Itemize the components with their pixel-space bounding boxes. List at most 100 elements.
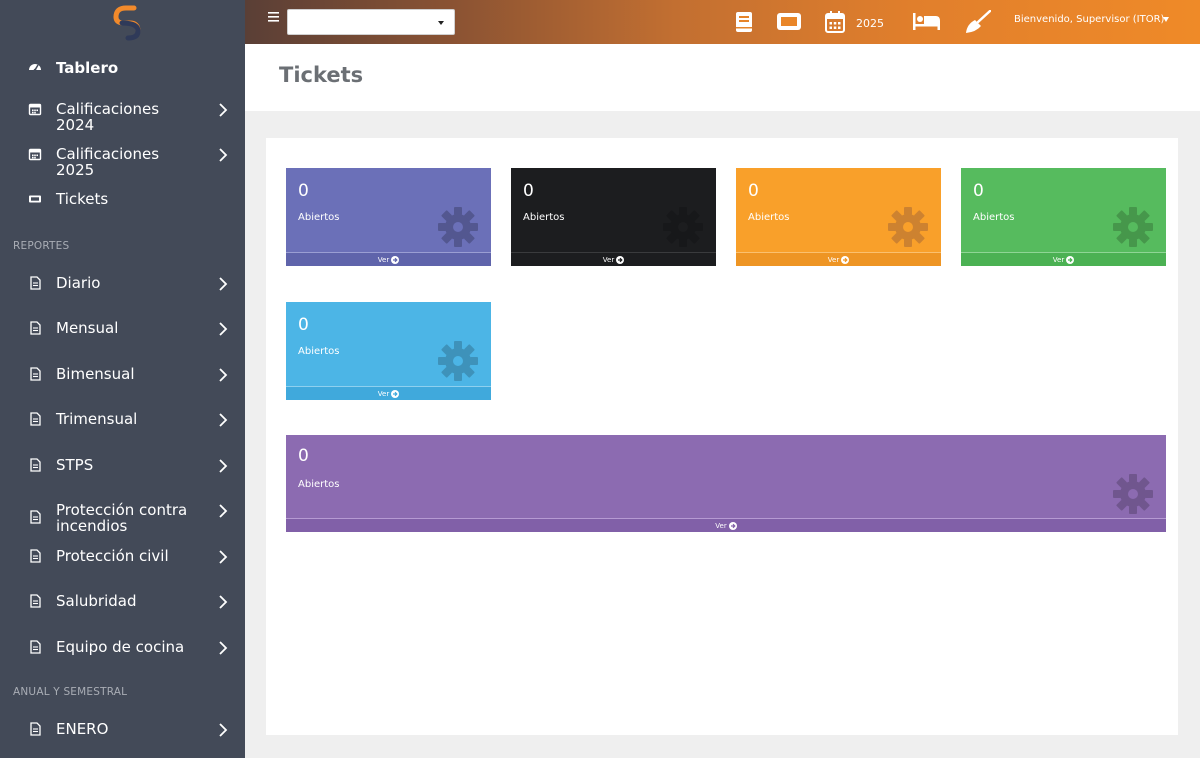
sidebar-item-calificaciones-2025[interactable]: Calificaciones 2025	[0, 146, 245, 178]
sidebar-item-bimensual[interactable]: Bimensual	[0, 366, 245, 386]
document-icon	[30, 458, 41, 472]
bed-icon[interactable]	[913, 13, 940, 30]
ticket-card: 0 Abiertos Ver	[286, 168, 491, 266]
sidebar-item-label: Bimensual	[56, 365, 135, 383]
gear-icon	[438, 207, 478, 247]
page-title: Tickets	[279, 63, 364, 87]
gear-icon	[438, 341, 478, 381]
sidebar-item-label: STPS	[56, 456, 94, 474]
sidebar-item-trimensual[interactable]: Trimensual	[0, 411, 245, 431]
sidebar-item-label: Calificaciones 2025	[56, 145, 160, 179]
ticket-status: Abiertos	[973, 212, 1015, 223]
sidebar-item-tablero[interactable]: Tablero	[0, 60, 245, 80]
sidebar-item-label: Tickets	[56, 190, 109, 208]
sidebar-item-label: Trimensual	[56, 410, 138, 428]
ticket-count: 0	[973, 181, 984, 201]
caret-down-icon[interactable]	[1163, 17, 1169, 22]
document-icon	[30, 594, 41, 608]
view-link-label: Ver	[827, 256, 840, 264]
sidebar-item-proteccion-contra-incendios[interactable]: Protección contra incendios	[0, 502, 245, 536]
sidebar-item-label: ENERO	[56, 720, 109, 738]
view-link[interactable]: Ver	[961, 252, 1166, 266]
ticket-count: 0	[298, 181, 309, 201]
arrow-circle-right-icon	[391, 390, 400, 398]
view-link[interactable]: Ver	[736, 252, 941, 266]
broom-icon[interactable]	[964, 10, 991, 34]
ticket-icon[interactable]	[777, 13, 801, 30]
sidebar: Tablero Calificaciones 2024 Calificacion…	[0, 0, 245, 758]
ticket-card: 0 Abiertos Ver	[961, 168, 1166, 266]
sidebar-item-equipo-de-cocina[interactable]: Equipo de cocina	[0, 639, 245, 659]
ticket-icon	[29, 195, 41, 203]
chevron-right-icon	[219, 723, 228, 737]
view-link[interactable]: Ver	[286, 386, 491, 400]
document-icon	[30, 510, 41, 524]
view-link[interactable]: Ver	[286, 518, 1166, 532]
page-header: Tickets	[245, 44, 1200, 111]
gear-icon	[1113, 207, 1153, 247]
sidebar-item-salubridad[interactable]: Salubridad	[0, 593, 245, 613]
ticket-card: 0 Abiertos Ver	[736, 168, 941, 266]
gear-icon	[1113, 474, 1153, 514]
sidebar-item-proteccion-civil[interactable]: Protección civil	[0, 548, 245, 568]
dashboard-icon	[29, 64, 41, 72]
ticket-status: Abiertos	[298, 479, 340, 490]
view-link[interactable]: Ver	[511, 252, 716, 266]
view-link-label: Ver	[377, 256, 390, 264]
document-icon	[30, 549, 41, 563]
arrow-circle-right-icon	[728, 522, 737, 530]
chevron-right-icon	[219, 322, 228, 336]
user-menu-label[interactable]: Bienvenido, Supervisor (ITOR)	[1014, 14, 1164, 25]
document-icon	[30, 412, 41, 426]
sidebar-item-enero[interactable]: ENERO	[0, 721, 245, 741]
view-link-label: Ver	[1052, 256, 1065, 264]
caret-down-icon	[438, 21, 444, 25]
year-label: 2025	[856, 17, 884, 30]
ticket-card: 0 Abiertos Ver	[286, 435, 1166, 532]
ticket-count: 0	[298, 446, 309, 466]
chevron-right-icon	[219, 413, 228, 427]
section-label-reportes: REPORTES	[13, 240, 70, 252]
chevron-right-icon	[219, 550, 228, 564]
view-link-label: Ver	[377, 390, 390, 398]
app-logo[interactable]	[108, 3, 146, 41]
sidebar-item-label: Mensual	[56, 319, 119, 337]
sidebar-item-label: Protección contra incendios	[56, 501, 188, 535]
sidebar-item-label: Tablero	[56, 59, 119, 77]
ticket-card: 0 Abiertos Ver	[286, 302, 491, 400]
sidebar-item-diario[interactable]: Diario	[0, 275, 245, 295]
top-bar: 2025 Bienvenido, Supervisor (ITOR)	[245, 0, 1200, 44]
sidebar-item-label: Protección civil	[56, 547, 169, 565]
document-icon	[30, 367, 41, 381]
sidebar-item-tickets[interactable]: Tickets	[0, 191, 245, 211]
sidebar-item-mensual[interactable]: Mensual	[0, 320, 245, 340]
chevron-right-icon	[219, 504, 228, 518]
section-label-anual-semestral: ANUAL Y SEMESTRAL	[13, 686, 128, 698]
calendar-icon[interactable]	[825, 11, 845, 33]
ticket-count: 0	[298, 315, 309, 335]
calendar-icon	[28, 148, 42, 161]
sidebar-item-stps[interactable]: STPS	[0, 457, 245, 477]
document-icon	[30, 276, 41, 290]
hamburger-menu-icon[interactable]	[268, 12, 279, 22]
sidebar-item-calificaciones-2024[interactable]: Calificaciones 2024	[0, 101, 245, 133]
arrow-circle-right-icon	[616, 256, 625, 264]
chevron-right-icon	[219, 459, 228, 473]
calendar-icon	[28, 103, 42, 116]
view-link-label: Ver	[715, 522, 727, 530]
chevron-right-icon	[219, 148, 228, 162]
document-icon	[30, 321, 41, 335]
chevron-right-icon	[219, 103, 228, 117]
view-link[interactable]: Ver	[286, 252, 491, 266]
location-select[interactable]	[287, 9, 455, 35]
ticket-count: 0	[748, 181, 759, 201]
chevron-right-icon	[219, 595, 228, 609]
arrow-circle-right-icon	[391, 256, 400, 264]
sidebar-item-label: Diario	[56, 274, 101, 292]
sidebar-item-label: Calificaciones 2024	[56, 100, 160, 134]
view-link-label: Ver	[602, 256, 615, 264]
ticket-count: 0	[523, 181, 534, 201]
book-icon[interactable]	[735, 11, 753, 33]
ticket-status: Abiertos	[298, 346, 340, 357]
chevron-right-icon	[219, 368, 228, 382]
